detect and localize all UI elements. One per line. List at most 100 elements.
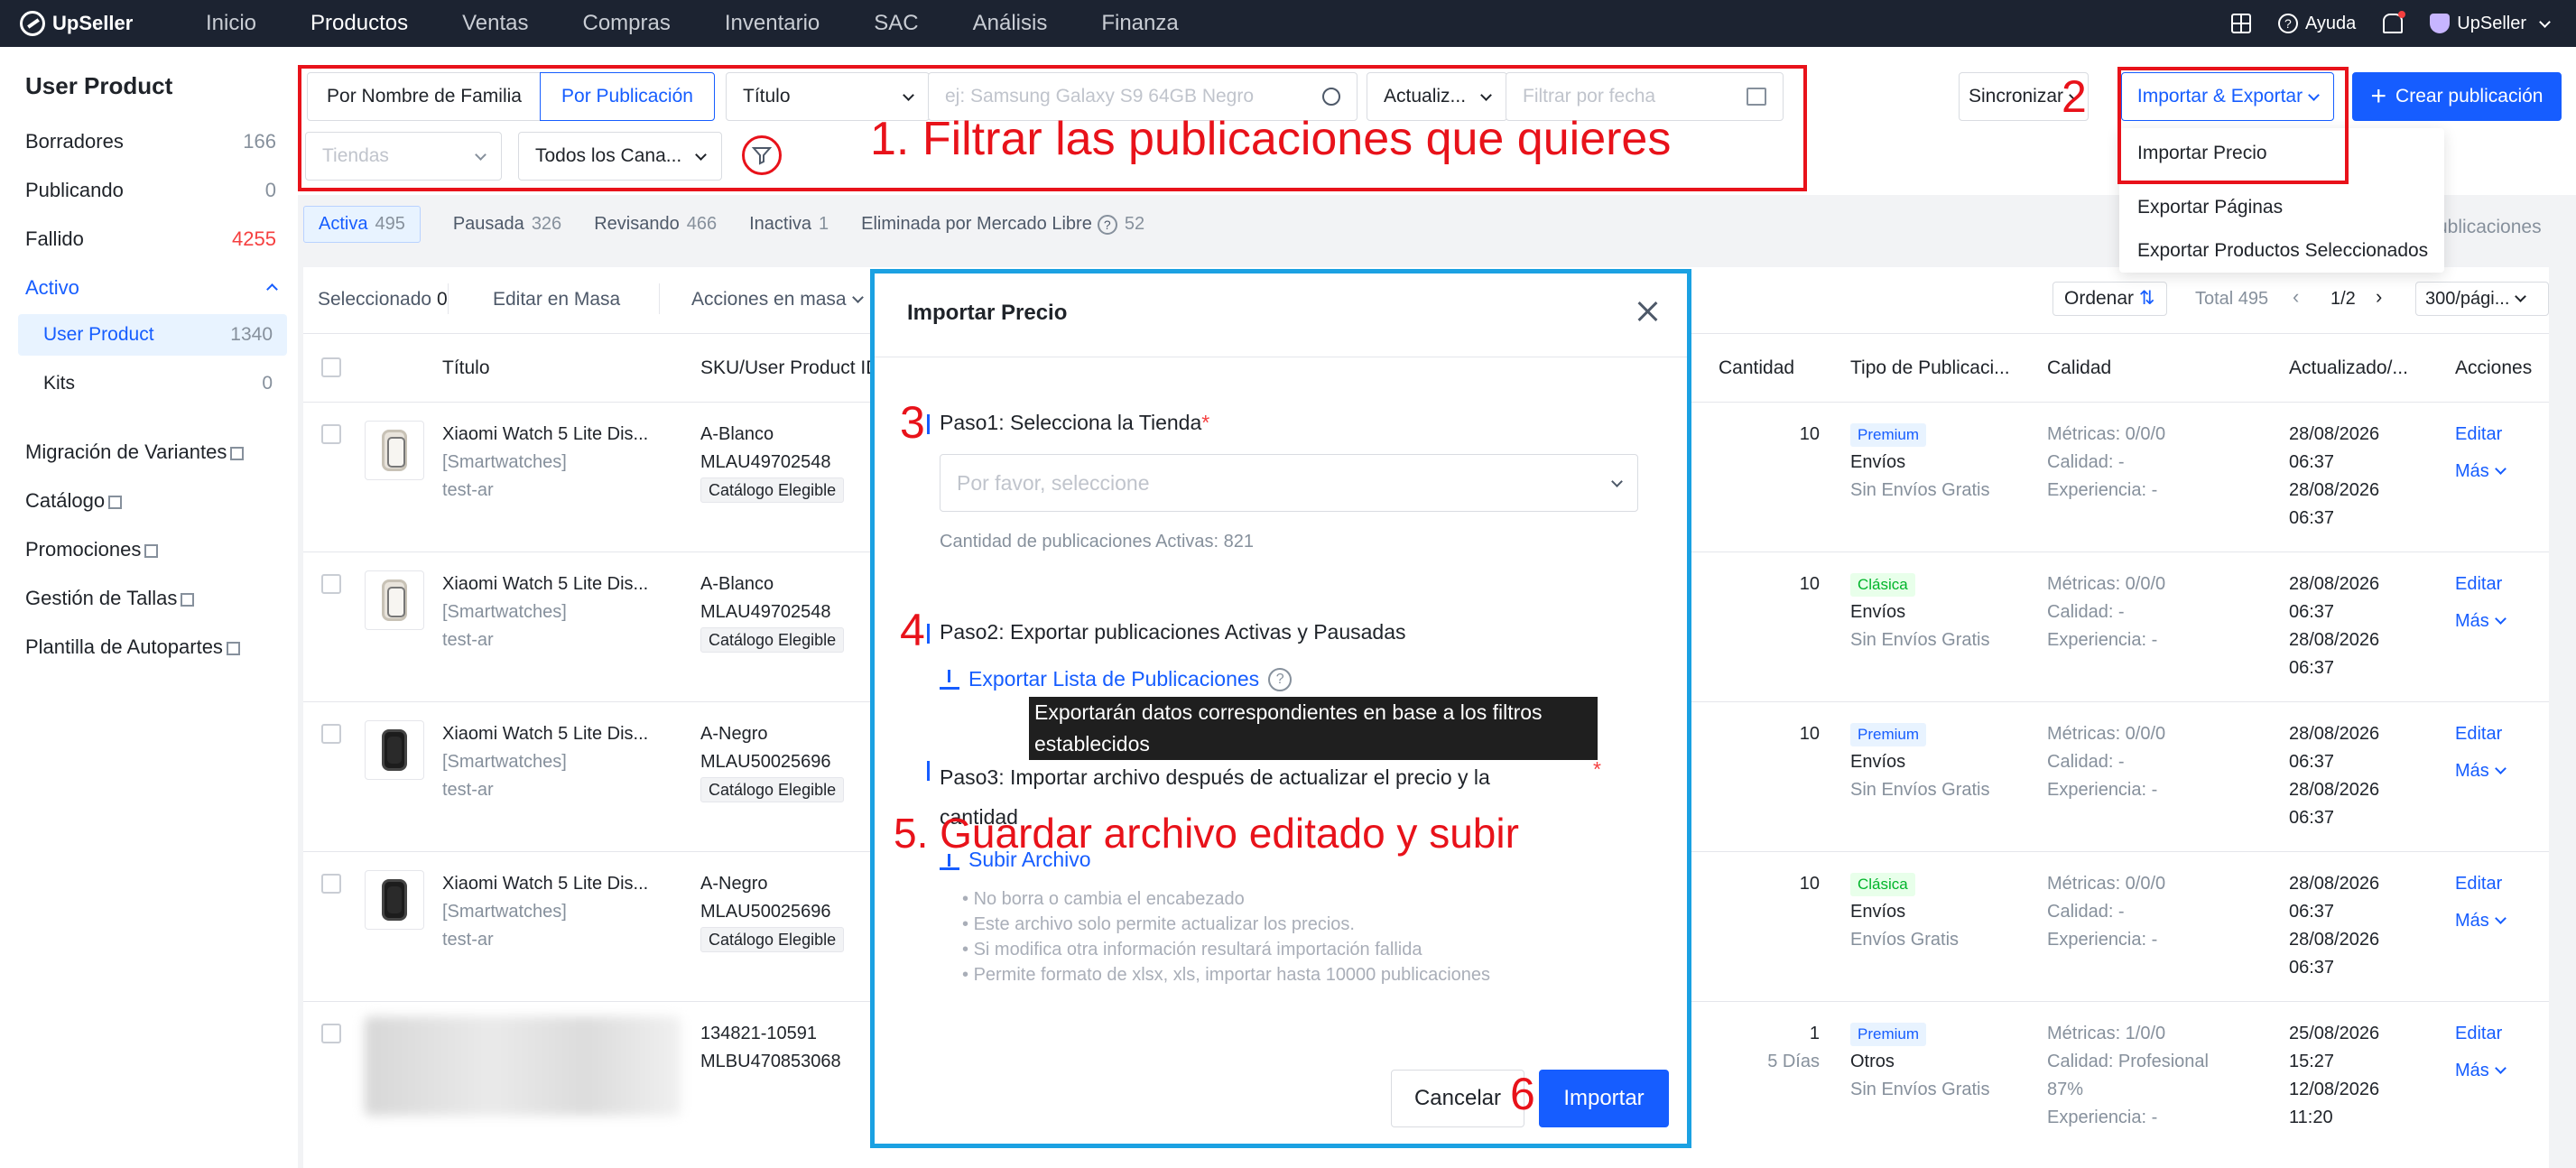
product-title[interactable]: Xiaomi Watch 5 Lite Dis... bbox=[442, 570, 648, 598]
step1-label: Paso1: Selecciona la Tienda* bbox=[926, 411, 1209, 435]
help-label: Ayuda bbox=[2304, 13, 2357, 33]
experience: Experiencia: - bbox=[2047, 780, 2158, 800]
product-category: [Smartwatches] bbox=[442, 452, 567, 472]
sidebar-item-publicando[interactable]: Publicando 0 bbox=[25, 179, 276, 202]
prev-page-icon[interactable]: ‹ bbox=[2293, 285, 2299, 309]
product-title[interactable]: Xiaomi Watch 5 Lite Dis... bbox=[442, 870, 648, 898]
bulk-edit-button[interactable]: Editar en Masa bbox=[493, 289, 620, 311]
tab-inactiva[interactable]: Inactiva 1 bbox=[749, 214, 829, 235]
sidebar-item-borradores[interactable]: Borradores 166 bbox=[25, 130, 276, 153]
import-button[interactable]: Importar bbox=[1539, 1070, 1669, 1127]
sku: 134821-10591 bbox=[700, 1024, 818, 1043]
tab-pausada[interactable]: Pausada 326 bbox=[453, 214, 561, 235]
create-publication-button[interactable]: + Crear publicación bbox=[2352, 72, 2562, 121]
edit-link[interactable]: Editar bbox=[2455, 870, 2505, 898]
sidebar-link-label: Plantilla de Autopartes bbox=[25, 635, 223, 658]
created-date: 28/08/2026 bbox=[2289, 780, 2380, 800]
quality: Calidad: Profesional bbox=[2047, 1052, 2209, 1071]
sidebar-link-promociones[interactable]: Promociones bbox=[25, 538, 159, 561]
sidebar-subitem-user-product[interactable]: User Product 1340 bbox=[18, 314, 287, 356]
type-cell: Premium Envíos Sin Envíos Gratis bbox=[1850, 720, 1990, 804]
menu-item-export-selected[interactable]: Exportar Productos Seleccionados bbox=[2137, 240, 2428, 262]
plus-icon: + bbox=[2370, 81, 2387, 111]
sort-button[interactable]: Ordenar ⇅ bbox=[2052, 282, 2167, 316]
edit-link[interactable]: Editar bbox=[2455, 720, 2505, 748]
sort-label: Ordenar bbox=[2064, 288, 2135, 309]
sidebar-link-tallas[interactable]: Gestión de Tallas bbox=[25, 587, 195, 610]
step2-label: Paso2: Exportar publicaciones Activas y … bbox=[927, 620, 1406, 644]
listing-type-badge: Clásica bbox=[1850, 873, 1915, 896]
handling-time: 5 Días bbox=[1767, 1052, 1820, 1071]
sidebar-item-activo[interactable]: Activo bbox=[25, 276, 278, 300]
more-dropdown[interactable]: Más bbox=[2455, 458, 2507, 486]
updated-cell: 28/08/2026 06:37 28/08/2026 06:37 bbox=[2289, 720, 2379, 832]
product-title[interactable]: Xiaomi Watch 5 Lite Dis... bbox=[442, 720, 648, 748]
tab-eliminada[interactable]: Eliminada por Mercado Libre? 52 bbox=[861, 214, 1144, 235]
sidebar-item-fallido[interactable]: Fallido 4255 bbox=[25, 227, 276, 251]
account-menu[interactable]: UpSeller bbox=[2430, 14, 2551, 34]
created-time: 06:37 bbox=[2289, 658, 2335, 678]
edit-link[interactable]: Editar bbox=[2455, 570, 2505, 598]
product-thumbnail bbox=[365, 720, 424, 780]
type-cell: Clásica Envíos Envíos Gratis bbox=[1850, 870, 1959, 954]
help-icon[interactable]: ? bbox=[1097, 215, 1117, 235]
export-list-link[interactable]: Exportar Lista de Publicaciones ? bbox=[940, 667, 1293, 691]
apps-grid-icon[interactable] bbox=[2230, 14, 2251, 33]
nav-sac[interactable]: SAC bbox=[874, 11, 918, 36]
more-dropdown[interactable]: Más bbox=[2455, 1057, 2507, 1085]
per-page-select[interactable]: 300/pági... bbox=[2415, 282, 2549, 316]
app-logo[interactable]: UpSeller bbox=[20, 11, 155, 36]
nav-compras[interactable]: Compras bbox=[583, 11, 671, 36]
row-checkbox[interactable] bbox=[321, 724, 341, 744]
quantity-cell: 1 5 Días bbox=[1747, 1020, 1820, 1076]
sidebar-link-migracion[interactable]: Migración de Variantes bbox=[25, 440, 245, 464]
edit-link[interactable]: Editar bbox=[2455, 421, 2505, 449]
store-select[interactable]: Por favor, seleccione bbox=[940, 454, 1638, 512]
chevron-down-icon bbox=[1611, 475, 1623, 487]
tab-count: 326 bbox=[531, 214, 562, 234]
nav-inicio[interactable]: Inicio bbox=[206, 11, 256, 36]
shipping-note: Sin Envíos Gratis bbox=[1850, 1080, 1990, 1099]
sidebar-link-catalogo[interactable]: Catálogo bbox=[25, 489, 123, 513]
select-all-checkbox[interactable] bbox=[321, 357, 341, 377]
sidebar-link-autopartes[interactable]: Plantilla de Autopartes bbox=[25, 635, 240, 659]
nav-finanza[interactable]: Finanza bbox=[1101, 11, 1178, 36]
more-dropdown[interactable]: Más bbox=[2455, 607, 2507, 635]
active-count-note: Cantidad de publicaciones Activas: 821 bbox=[940, 532, 1255, 552]
experience: Experiencia: - bbox=[2047, 630, 2158, 650]
nav-ventas[interactable]: Ventas bbox=[462, 11, 528, 36]
help-icon[interactable]: ? bbox=[1268, 667, 1293, 691]
rule-item: Permite formato de xlsx, xls, importar h… bbox=[962, 962, 1491, 987]
more-dropdown[interactable]: Más bbox=[2455, 757, 2507, 785]
row-checkbox[interactable] bbox=[321, 424, 341, 444]
updated-time: 06:37 bbox=[2289, 602, 2335, 622]
row-checkbox[interactable] bbox=[321, 1024, 341, 1043]
help-button[interactable]: ? Ayuda bbox=[2277, 13, 2357, 34]
next-page-icon[interactable]: › bbox=[2376, 285, 2382, 309]
row-checkbox[interactable] bbox=[321, 874, 341, 894]
nav-analisis[interactable]: Análisis bbox=[973, 11, 1048, 36]
sku: A-Blanco bbox=[700, 574, 774, 594]
menu-item-export-pages[interactable]: Exportar Páginas bbox=[2137, 197, 2283, 218]
sidebar-item-count: 4255 bbox=[232, 227, 276, 250]
sidebar-subitem-kits[interactable]: Kits 0 bbox=[18, 363, 287, 404]
tab-revisando[interactable]: Revisando 466 bbox=[594, 214, 717, 235]
tab-activa[interactable]: Activa 495 bbox=[303, 206, 421, 243]
edit-link[interactable]: Editar bbox=[2455, 1020, 2505, 1048]
close-icon[interactable] bbox=[1636, 301, 1658, 322]
bell-icon[interactable] bbox=[2383, 11, 2406, 33]
updated-cell: 28/08/2026 06:37 28/08/2026 06:37 bbox=[2289, 870, 2379, 982]
experience: Experiencia: - bbox=[2047, 930, 2158, 950]
more-dropdown[interactable]: Más bbox=[2455, 907, 2507, 935]
cancel-button[interactable]: Cancelar bbox=[1391, 1070, 1524, 1127]
metrics: Métricas: 0/0/0 bbox=[2047, 724, 2166, 744]
product-id: MLAU50025696 bbox=[700, 752, 831, 772]
tab-label: Eliminada por Mercado Libre bbox=[861, 214, 1092, 234]
product-title[interactable]: Xiaomi Watch 5 Lite Dis... bbox=[442, 421, 648, 449]
nav-inventario[interactable]: Inventario bbox=[725, 11, 820, 36]
row-checkbox[interactable] bbox=[321, 574, 341, 594]
nav-productos[interactable]: Productos bbox=[310, 11, 408, 36]
bulk-actions-dropdown[interactable]: Acciones en masa bbox=[659, 289, 864, 311]
updated-time: 06:37 bbox=[2289, 452, 2335, 472]
store-select-placeholder: Por favor, seleccione bbox=[957, 470, 1150, 495]
